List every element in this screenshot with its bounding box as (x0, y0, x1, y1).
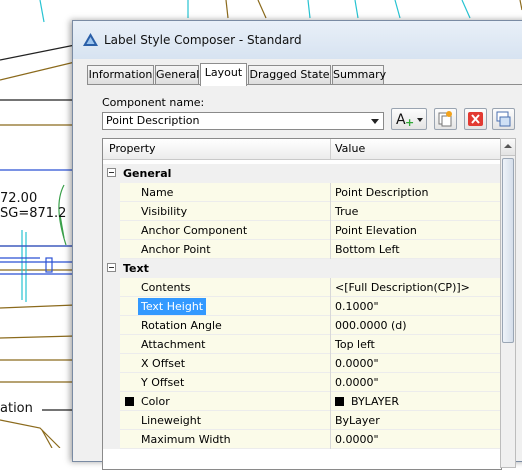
collapse-icon[interactable] (107, 168, 116, 177)
component-name-dropdown[interactable]: Point Description (102, 112, 384, 130)
property-value[interactable]: ByLayer (335, 411, 380, 430)
collapse-icon[interactable] (107, 263, 116, 272)
property-value[interactable]: True (335, 202, 358, 221)
column-divider[interactable] (330, 139, 331, 159)
draw-order-icon (496, 111, 511, 127)
tab-information[interactable]: Information (87, 65, 154, 84)
cad-label-grade: SG=871.2 (0, 206, 67, 221)
property-row-maximum-width[interactable]: Maximum Width 0.0000" (103, 430, 501, 449)
property-value[interactable]: Top left (335, 335, 375, 354)
property-name: Name (141, 186, 174, 199)
property-name: Anchor Point (141, 243, 211, 256)
svg-text:+: + (405, 116, 414, 129)
vertical-scrollbar[interactable] (500, 138, 516, 468)
property-value[interactable]: 000.0000 (d) (335, 316, 407, 335)
component-name-value: Point Description (106, 114, 200, 127)
property-grid: Property Value General Name Point Descri… (102, 138, 502, 470)
property-name-selected: Text Height (138, 298, 207, 315)
property-name: Contents (141, 281, 191, 294)
grid-header: Property Value (103, 139, 501, 160)
section-title: Text (123, 262, 149, 275)
property-value[interactable]: Point Elevation (335, 221, 417, 240)
scrollbar-thumb[interactable] (502, 158, 514, 343)
copy-component-button[interactable] (434, 108, 457, 130)
property-row-attachment[interactable]: Attachment Top left (103, 335, 501, 354)
property-name: Visibility (141, 205, 188, 218)
property-row-x-offset[interactable]: X Offset 0.0000" (103, 354, 501, 373)
cad-label-station: ation (0, 401, 33, 416)
draw-order-button[interactable] (492, 108, 515, 130)
copy-component-icon (438, 111, 452, 127)
property-name: X Offset (141, 357, 186, 370)
chevron-down-icon (371, 119, 379, 124)
property-row-y-offset[interactable]: Y Offset 0.0000" (103, 373, 501, 392)
property-row-text-height[interactable]: Text Height 0.1000" (103, 297, 501, 316)
property-value[interactable]: 0.0000" (335, 430, 379, 449)
property-value[interactable]: 0.0000" (335, 354, 379, 373)
tab-layout[interactable]: Layout (200, 63, 247, 86)
label-style-composer-dialog: Label Style Composer - Standard Informat… (72, 20, 522, 470)
cad-label-elevation: 72.00 (0, 191, 38, 206)
property-name: Rotation Angle (141, 319, 222, 332)
property-name: Color (141, 395, 170, 408)
property-row-anchor-point[interactable]: Anchor Point Bottom Left (103, 240, 501, 259)
property-row-rotation-angle[interactable]: Rotation Angle 000.0000 (d) (103, 316, 501, 335)
property-name: Maximum Width (141, 433, 231, 446)
property-row-color[interactable]: Color BYLAYER (103, 392, 501, 411)
section-text[interactable]: Text (103, 259, 501, 278)
tab-general[interactable]: General (155, 65, 199, 84)
delete-component-button[interactable] (464, 108, 487, 130)
color-swatch-icon (125, 397, 134, 406)
property-value[interactable]: 0.0000" (335, 373, 379, 392)
section-title: General (123, 167, 172, 180)
property-row-name[interactable]: Name Point Description (103, 183, 501, 202)
component-name-label: Component name: (102, 96, 205, 109)
add-component-button[interactable]: A + (391, 108, 427, 130)
property-row-anchor-component[interactable]: Anchor Component Point Elevation (103, 221, 501, 240)
property-value[interactable]: Bottom Left (335, 240, 400, 259)
add-component-icon: A + (396, 112, 423, 129)
scroll-up-icon[interactable] (501, 139, 515, 156)
column-header-property[interactable]: Property (109, 142, 156, 155)
property-name: Lineweight (141, 414, 202, 427)
tab-summary[interactable]: Summary (332, 65, 386, 84)
property-row-visibility[interactable]: Visibility True (103, 202, 501, 221)
title-bar[interactable]: Label Style Composer - Standard (73, 21, 522, 59)
column-header-value[interactable]: Value (335, 142, 365, 155)
property-value[interactable]: BYLAYER (351, 392, 399, 411)
property-name: Attachment (141, 338, 206, 351)
delete-component-icon (468, 112, 483, 126)
property-row-lineweight[interactable]: Lineweight ByLayer (103, 411, 501, 430)
section-general[interactable]: General (103, 164, 501, 183)
property-row-contents[interactable]: Contents <[Full Description(CP)]> (103, 278, 501, 297)
color-swatch-icon (335, 397, 344, 406)
tab-dragged-state[interactable]: Dragged State (248, 65, 331, 84)
property-name: Anchor Component (141, 224, 248, 237)
property-value[interactable]: <[Full Description(CP)]> (335, 278, 470, 297)
tab-divider (87, 84, 522, 85)
property-name: Y Offset (141, 376, 185, 389)
window-title: Label Style Composer - Standard (104, 33, 302, 47)
property-value[interactable]: 0.1000" (335, 297, 379, 316)
property-value[interactable]: Point Description (335, 183, 428, 202)
civil3d-icon (83, 33, 98, 46)
